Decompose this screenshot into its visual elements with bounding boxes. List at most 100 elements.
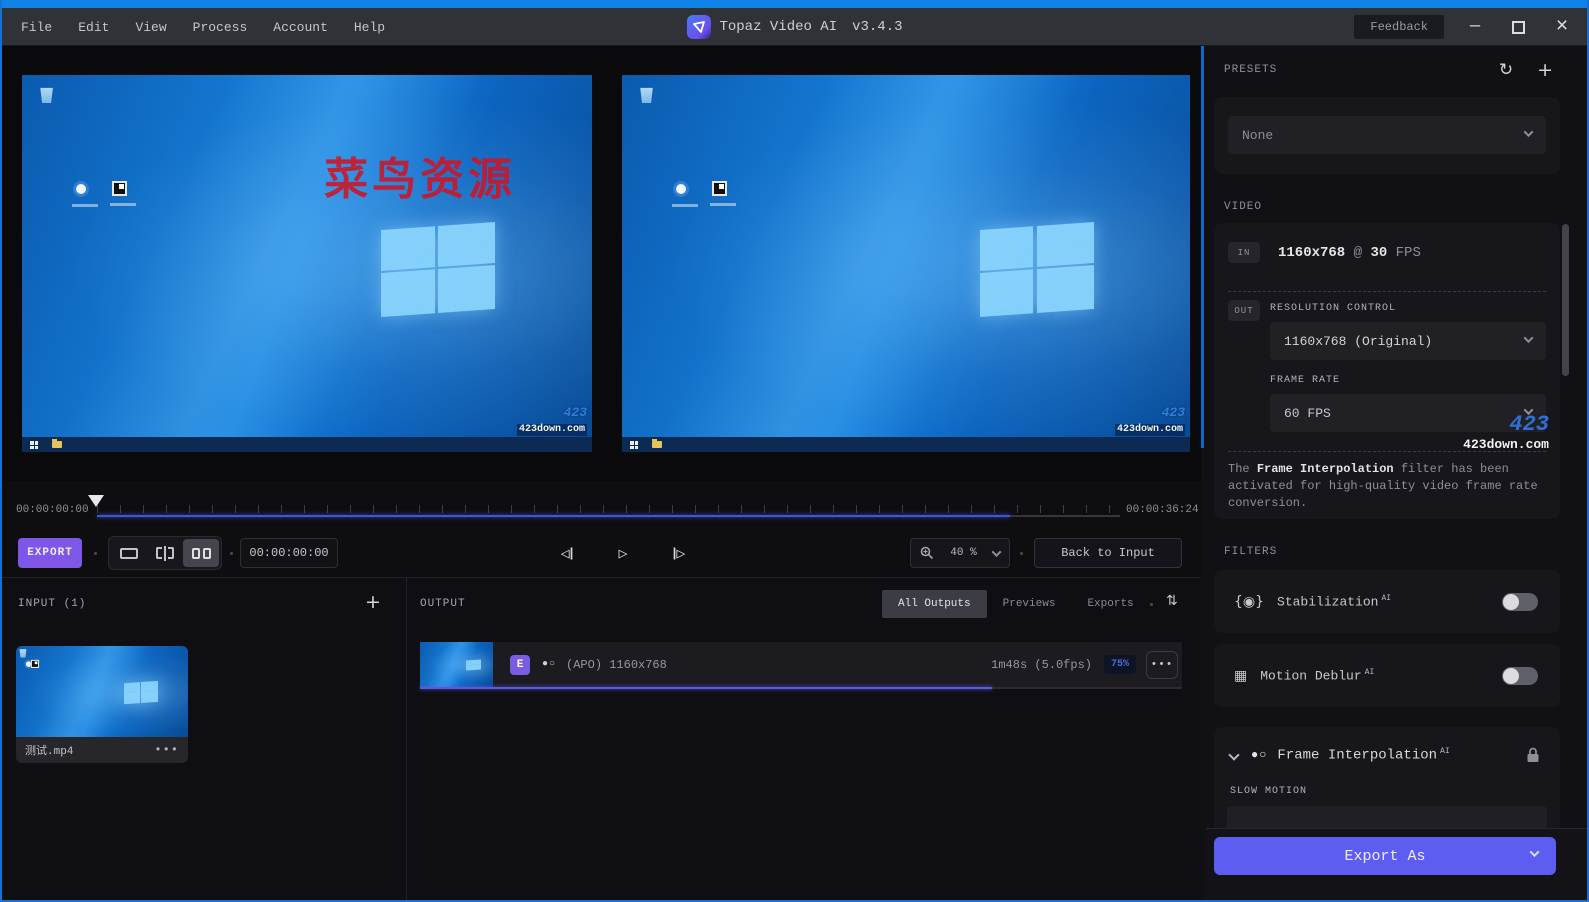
slow-motion-select[interactable] (1227, 806, 1547, 830)
progress-percent-badge: 75% (1104, 655, 1136, 674)
filter-state-icon: ●○ (542, 659, 556, 670)
titlebar: File Edit View Process Account Help Topa… (2, 8, 1587, 46)
input-video-preview[interactable]: 菜鸟资源 423 423down.com (22, 75, 592, 452)
frame-rate-label: FRAME RATE (1270, 375, 1340, 386)
view-mode-group (108, 536, 222, 570)
window-accent-strip (0, 0, 1589, 8)
export-badge: E (510, 655, 530, 675)
separator-dot (1020, 552, 1023, 555)
sidebar-scrollbar[interactable] (1562, 224, 1569, 376)
menu-edit[interactable]: Edit (73, 18, 114, 37)
site-watermark-text: 423down.com (1115, 424, 1185, 436)
play-button[interactable]: ▷ (606, 538, 640, 568)
timeline[interactable]: 00:00:00:00 00:00:36:24 (2, 481, 1201, 533)
zoom-level-value: 40 % (942, 547, 985, 559)
playback-toolbar: EXPORT 00:00:00:00 ◁| ▷ |▷ 40 (2, 533, 1201, 577)
feedback-button[interactable]: Feedback (1354, 15, 1444, 39)
motion-deblur-toggle[interactable] (1502, 667, 1538, 685)
view-mode-single-button[interactable] (111, 539, 147, 567)
app-shortcut-icon (73, 181, 89, 197)
clip-footer: 测试.mp4 ••• (16, 737, 188, 763)
next-frame-button[interactable]: |▷ (662, 538, 696, 568)
video-title: VIDEO (1224, 201, 1262, 213)
output-menu-button[interactable]: ••• (1146, 651, 1178, 679)
stabilization-toggle[interactable] (1502, 593, 1538, 611)
export-button[interactable]: EXPORT (18, 538, 82, 568)
lock-icon (1526, 747, 1540, 763)
site-watermark-text: 423down.com (517, 424, 587, 436)
output-panel: E ●○ (APO) 1160x768 1m48s (5.0fps) 75% •… (406, 578, 1201, 902)
output-row[interactable]: E ●○ (APO) 1160x768 1m48s (5.0fps) 75% •… (420, 642, 1182, 687)
menu-view[interactable]: View (130, 18, 171, 37)
timeline-track[interactable] (97, 515, 1120, 517)
transport-controls: ◁| ▷ |▷ (550, 538, 696, 568)
filter-label: Frame InterpolationAI (1277, 747, 1526, 764)
bottom-panels: INPUT (1) + 测试.mp4 ••• OUTPUT All Output… (2, 577, 1201, 902)
export-bar: Export As (1206, 828, 1589, 902)
view-mode-split-button[interactable] (147, 539, 183, 567)
close-icon[interactable]: × (1549, 16, 1575, 39)
chevron-down-icon (1524, 333, 1534, 343)
filter-state-icon: ●○ (1251, 748, 1267, 762)
separator-dot (94, 552, 97, 555)
menu-process[interactable]: Process (188, 18, 253, 37)
export-as-label: Export As (1344, 848, 1425, 865)
output-video-preview[interactable]: 423 423down.com (622, 75, 1190, 452)
menu-help[interactable]: Help (349, 18, 390, 37)
export-as-button[interactable]: Export As (1214, 837, 1556, 875)
toggle-knob (1503, 668, 1519, 684)
back-to-input-button[interactable]: Back to Input (1034, 538, 1182, 568)
input-resolution: 1160x768 (1278, 245, 1345, 261)
topaz-logo-icon (686, 15, 710, 39)
resolution-selected-value: 1160x768 (Original) (1284, 334, 1432, 349)
output-progress-bar (420, 687, 1182, 689)
filter-label: StabilizationAI (1277, 594, 1391, 609)
input-video-info: 1160x768 @ 30 FPS (1278, 245, 1421, 261)
add-preset-icon[interactable]: + (1537, 59, 1553, 81)
current-timecode-field[interactable]: 00:00:00:00 (240, 538, 338, 568)
clip-menu-button[interactable]: ••• (154, 743, 179, 757)
red-watermark: 菜鸟资源 (324, 143, 516, 207)
site-watermark: 423 423down.com (1115, 406, 1185, 436)
zoom-magnifier-icon (920, 546, 934, 560)
menu-file[interactable]: File (16, 18, 57, 37)
menu-account[interactable]: Account (268, 18, 333, 37)
settings-sidebar: PRESETS ↻ + None VIDEO IN 1160x768 @ 30 … (1201, 46, 1589, 902)
folder-icon (52, 441, 62, 448)
app-shortcut-icon (112, 181, 127, 196)
presets-title: PRESETS (1224, 64, 1277, 76)
reset-preset-icon[interactable]: ↻ (1499, 60, 1513, 80)
minimize-icon[interactable]: ─ (1462, 18, 1488, 37)
at-separator: @ (1354, 245, 1362, 261)
presets-card: None (1214, 97, 1560, 174)
topaz-video-ai-window: File Edit View Process Account Help Topa… (0, 0, 1589, 902)
output-label: (APO) 1160x768 (566, 658, 991, 672)
app-version: v3.4.3 (852, 19, 902, 35)
view-mode-side-by-side-button[interactable] (183, 539, 219, 567)
frame-interpolation-header[interactable]: ●○ Frame InterpolationAI (1214, 727, 1560, 764)
resolution-select[interactable]: 1160x768 (Original) (1270, 322, 1546, 360)
app-shortcut-icon (712, 181, 727, 196)
video-taskbar (22, 437, 592, 452)
timeline-loaded-range (97, 515, 1010, 517)
preview-area: 菜鸟资源 423 423down.com 423 (2, 46, 1201, 481)
preset-select[interactable]: None (1228, 116, 1546, 154)
motion-deblur-icon: ▦ (1234, 668, 1247, 684)
resolution-control-label: RESOLUTION CONTROL (1270, 303, 1396, 314)
input-panel-title: INPUT (1) (18, 598, 86, 610)
desktop-icons (22, 75, 592, 452)
output-progress-fill (420, 687, 992, 689)
site-watermark: 423 423down.com (517, 406, 587, 436)
maximize-icon[interactable] (1512, 21, 1525, 34)
toggle-knob (1503, 594, 1519, 610)
playhead[interactable] (88, 495, 104, 507)
input-clip-card[interactable]: 测试.mp4 ••• (16, 646, 188, 763)
filter-stabilization: {◉} StabilizationAI (1214, 570, 1560, 633)
add-input-button[interactable]: + (365, 591, 381, 613)
zoom-control[interactable]: 40 % (910, 538, 1010, 568)
filter-label: Motion DeblurAI (1260, 668, 1374, 683)
previous-frame-button[interactable]: ◁| (550, 538, 584, 568)
recycle-bin-icon (19, 647, 27, 657)
divider (1228, 291, 1546, 292)
recycle-bin-icon (39, 84, 54, 103)
